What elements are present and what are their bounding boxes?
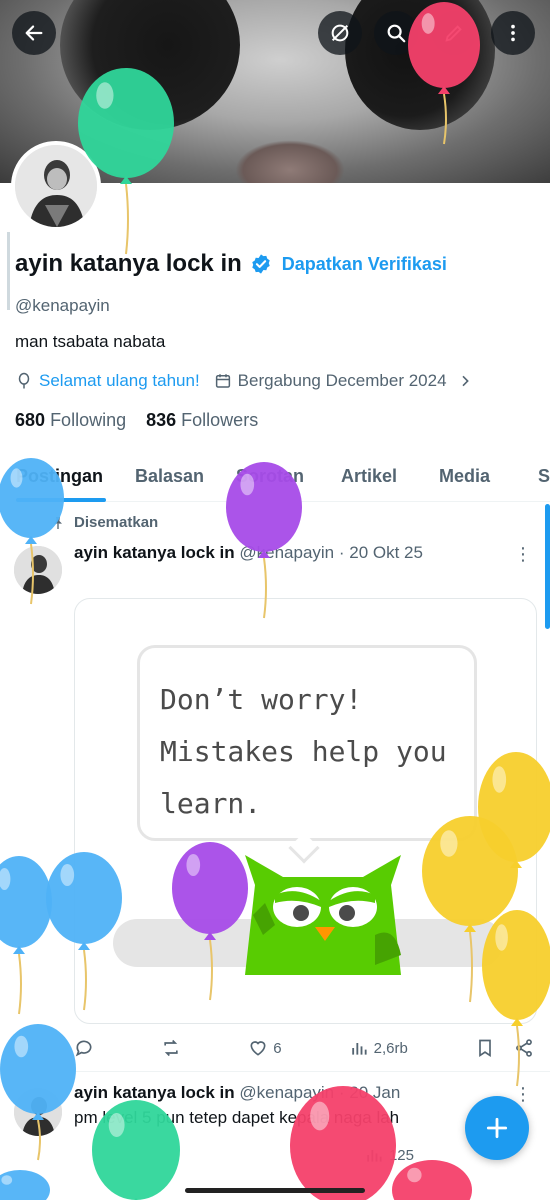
balloon-icon [18, 372, 30, 389]
balloon-icon [478, 752, 550, 870]
followers-count: 836 [146, 410, 177, 430]
profile-bio: man tsabata nabata [15, 332, 166, 351]
chevron-right-icon[interactable] [457, 373, 473, 389]
back-button[interactable] [12, 11, 56, 55]
views-icon [351, 1043, 367, 1055]
balloon-icon [290, 1086, 396, 1200]
pinned-text: Disematkan [74, 514, 159, 531]
more-options-button[interactable] [491, 11, 535, 55]
explore-icon [331, 24, 349, 42]
home-indicator[interactable] [185, 1188, 365, 1193]
retweet-icon [164, 1039, 178, 1057]
retweet-button[interactable] [161, 1038, 181, 1058]
views-button[interactable]: 2,6rb [349, 1038, 408, 1058]
left-accent-bar [7, 232, 10, 310]
bubble-text-line-3: learn. [160, 787, 262, 820]
post-menu-button[interactable]: ⋮ [514, 544, 532, 565]
balloon-icon [408, 2, 480, 146]
balloon-icon [482, 910, 550, 1088]
balloon-icon [0, 856, 52, 1016]
tab-articles[interactable]: Artikel [341, 466, 397, 487]
speech-bubble: Don’t worry! Mistakes help you learn. [137, 645, 477, 841]
owl-mascot [245, 855, 401, 975]
post-author[interactable]: ayin katanya lock in [74, 543, 235, 562]
get-verified-link[interactable]: Dapatkan Verifikasi [282, 254, 447, 275]
birthday-link[interactable]: Selamat ulang tahun! [39, 371, 200, 391]
profile-handle: @kenapayin [15, 296, 110, 315]
profile-meta: Selamat ulang tahun! Bergabung December … [15, 371, 473, 391]
joined-date: Bergabung December 2024 [237, 371, 447, 390]
bubble-text-line-2: Mistakes help you [160, 735, 447, 768]
balloon-icon [0, 458, 64, 606]
pinned-label: Disematkan [50, 514, 158, 531]
balloon-icon [92, 1100, 180, 1200]
balloon-icon [392, 1160, 472, 1200]
reply-button[interactable] [74, 1038, 94, 1058]
more-icon [511, 24, 515, 42]
scrollbar[interactable] [545, 504, 550, 629]
balloon-icon [172, 842, 248, 1002]
followers-label: Followers [181, 410, 259, 430]
views-count: 2,6rb [373, 1039, 408, 1057]
follow-stats: 680 Following 836 Followers [15, 410, 258, 431]
verified-badge-icon [252, 254, 270, 274]
tab-more[interactable]: S [538, 466, 550, 487]
compose-plus-icon [486, 1117, 508, 1139]
search-icon [387, 24, 406, 43]
like-icon [250, 1041, 266, 1056]
balloon-icon [78, 68, 174, 256]
following-label: Following [50, 410, 127, 430]
balloon-icon [0, 1170, 50, 1200]
calendar-icon [215, 374, 230, 388]
banner-cat-nose [235, 140, 345, 183]
like-count: 6 [273, 1039, 282, 1057]
like-button[interactable]: 6 [248, 1038, 282, 1058]
reply-icon [75, 1040, 92, 1057]
balloon-icon [46, 852, 122, 1012]
compose-button[interactable] [465, 1096, 529, 1160]
post-divider [0, 1071, 550, 1072]
tab-replies[interactable]: Balasan [135, 466, 204, 487]
tab-media[interactable]: Media [439, 466, 490, 487]
followers-stat[interactable]: 836 Followers [146, 410, 258, 431]
bubble-text-line-1: Don’t worry! [160, 683, 363, 716]
explore-button[interactable] [318, 11, 362, 55]
balloon-icon [226, 462, 302, 620]
back-arrow-icon [25, 25, 43, 41]
following-count: 680 [15, 410, 46, 430]
post-actions: 6 2,6rb [74, 1038, 534, 1058]
following-stat[interactable]: 680 Following [15, 410, 126, 431]
balloon-icon [0, 1024, 76, 1162]
